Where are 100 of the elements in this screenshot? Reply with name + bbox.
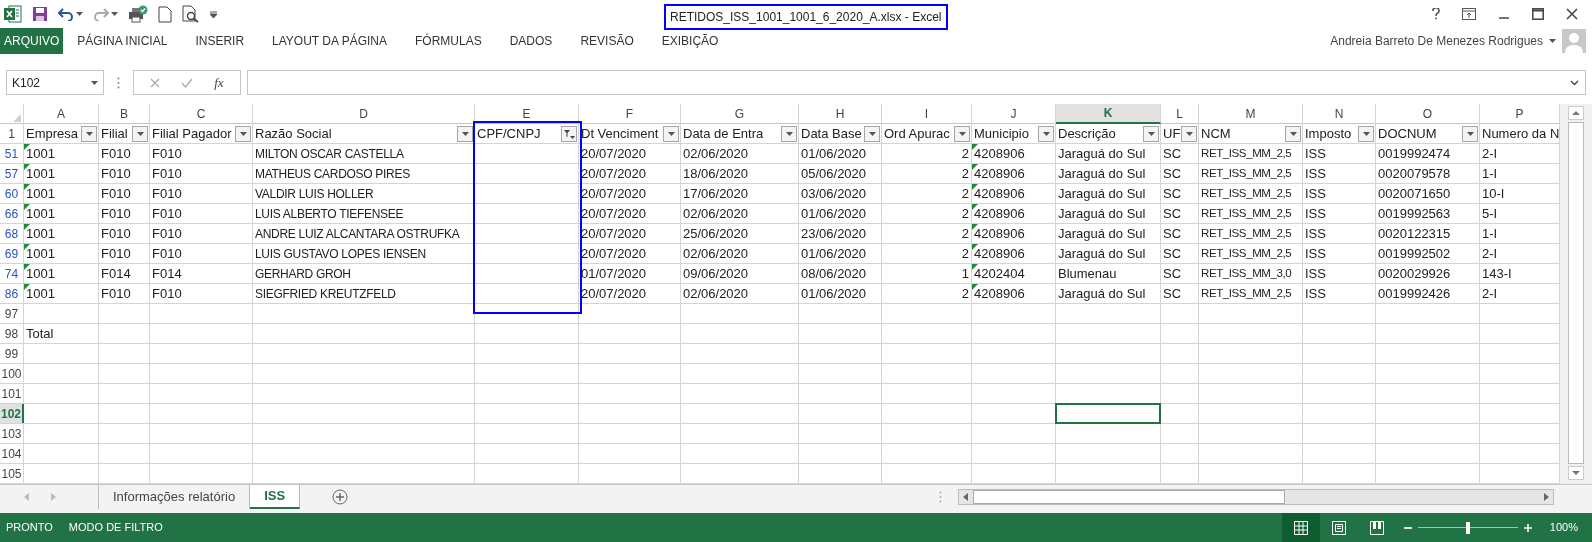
filter-button[interactable]: [1143, 125, 1159, 142]
row-number[interactable]: 1: [8, 124, 15, 143]
help-icon[interactable]: [1432, 8, 1440, 20]
printer-check-icon[interactable]: [128, 5, 148, 23]
scroll-down-icon[interactable]: [1568, 466, 1584, 480]
ribbon-tab[interactable]: REVISÃO: [566, 28, 648, 54]
ribbon-tab[interactable]: EXIBIÇÃO: [647, 28, 733, 54]
column-header[interactable]: L: [1161, 104, 1199, 124]
row-number[interactable]: 100: [1, 364, 22, 383]
column-header[interactable]: A: [24, 104, 99, 124]
filter-button[interactable]: [561, 125, 577, 142]
scroll-up-icon[interactable]: [1568, 106, 1584, 120]
column-header[interactable]: G: [681, 104, 799, 124]
filter-button[interactable]: [1181, 125, 1197, 142]
column-header[interactable]: D: [253, 104, 475, 124]
column-header[interactable]: H: [799, 104, 882, 124]
filter-button[interactable]: [1285, 125, 1301, 142]
zoom-in-icon[interactable]: [1523, 523, 1532, 532]
sheet-tab[interactable]: ISS: [250, 485, 301, 509]
column-header[interactable]: I: [882, 104, 972, 124]
column-header[interactable]: O: [1376, 104, 1480, 124]
column-header[interactable]: N: [1303, 104, 1376, 124]
column-header[interactable]: C: [150, 104, 253, 124]
table-cell-text: 01/06/2020: [801, 244, 867, 263]
filter-button[interactable]: [132, 125, 148, 142]
caret-icon: [1042, 131, 1050, 136]
filter-button[interactable]: [864, 125, 880, 142]
header-text: Empresa: [26, 124, 79, 143]
header-text: Dt Venciment: [581, 124, 659, 143]
funnel-icon: [563, 128, 575, 139]
maximize-icon[interactable]: [1532, 8, 1544, 20]
expand-icon[interactable]: [1570, 79, 1579, 86]
row-number[interactable]: 69: [4, 244, 19, 263]
row-number[interactable]: 66: [4, 204, 19, 223]
column-header[interactable]: B: [99, 104, 150, 124]
row-number[interactable]: 51: [4, 144, 19, 163]
add-sheet-icon[interactable]: [332, 489, 349, 505]
ribbon-tab[interactable]: INSERIR: [181, 28, 259, 54]
user-name[interactable]: Andreia Barreto De Menezes Rodrigues: [1330, 32, 1543, 50]
normal-view-button[interactable]: [1281, 513, 1320, 542]
scrollbar-thumb[interactable]: [973, 490, 1285, 504]
row-number[interactable]: 99: [4, 344, 19, 363]
header-text: Data Base: [801, 124, 862, 143]
new-document-icon[interactable]: [158, 5, 172, 23]
more-options-icon[interactable]: [117, 76, 120, 89]
table-cell-text: 0020122315: [1378, 224, 1451, 243]
row-number[interactable]: 104: [1, 444, 22, 463]
scrollbar-thumb[interactable]: [1568, 122, 1584, 464]
filter-button[interactable]: [781, 125, 797, 142]
insert-function-button[interactable]: fx: [214, 72, 224, 93]
undo-icon[interactable]: [58, 7, 74, 21]
filter-button[interactable]: [81, 125, 97, 142]
filter-button[interactable]: [1038, 125, 1054, 142]
table-cell-text: 1-I: [1482, 224, 1498, 243]
zoom-slider[interactable]: [1417, 521, 1518, 534]
filter-button[interactable]: [1358, 125, 1374, 142]
ribbon-tab[interactable]: DADOS: [495, 28, 567, 54]
filter-button[interactable]: [663, 125, 679, 142]
table-cell-text: 5-I: [1482, 204, 1498, 223]
filter-button[interactable]: [954, 125, 970, 142]
close-icon[interactable]: [1566, 8, 1578, 20]
row-number[interactable]: 74: [4, 264, 19, 283]
filter-button[interactable]: [1462, 125, 1478, 142]
file-tab[interactable]: ARQUIVO: [0, 28, 64, 54]
ribbon-tab[interactable]: FÓRMULAS: [401, 28, 496, 54]
row-number[interactable]: 103: [1, 424, 22, 443]
customize-toolbar-icon[interactable]: [210, 10, 217, 18]
filter-button[interactable]: [235, 125, 251, 142]
table-cell-text: 02/06/2020: [683, 284, 749, 303]
check-icon[interactable]: [181, 77, 194, 88]
ribbon-tab[interactable]: PÁGINA INICIAL: [63, 28, 182, 54]
table-cell-text: Jaraguá do Sul: [1058, 184, 1146, 203]
save-icon[interactable]: [32, 6, 48, 22]
caret-icon: [111, 12, 118, 16]
table-cell-text: 18/06/2020: [683, 164, 749, 183]
row-number[interactable]: 101: [1, 384, 22, 403]
row-number[interactable]: 98: [4, 324, 19, 343]
row-number[interactable]: 68: [4, 224, 19, 243]
row-number[interactable]: 57: [4, 164, 19, 183]
zoom-slider-thumb[interactable]: [1465, 521, 1470, 534]
horizontal-scrollbar[interactable]: [958, 489, 1554, 505]
column-header[interactable]: K: [1056, 104, 1161, 124]
table-cell-text: 02/06/2020: [683, 204, 749, 223]
zoom-level[interactable]: 100%: [1549, 519, 1578, 536]
column-header[interactable]: F: [579, 104, 681, 124]
column-header[interactable]: E: [475, 104, 579, 124]
formula-input[interactable]: [247, 70, 1586, 95]
name-box[interactable]: K102: [6, 70, 104, 95]
filter-button[interactable]: [457, 125, 473, 142]
column-header[interactable]: M: [1199, 104, 1303, 124]
table-cell-text: 4202404: [974, 264, 1025, 283]
row-number[interactable]: 97: [4, 304, 19, 323]
ribbon-display-icon[interactable]: [1462, 8, 1476, 20]
ribbon-tab[interactable]: LAYOUT DA PÁGINA: [258, 28, 401, 54]
vertical-scrollbar[interactable]: [1560, 104, 1592, 484]
row-number[interactable]: 60: [4, 184, 19, 203]
print-preview-icon[interactable]: [182, 5, 200, 23]
row-number[interactable]: 105: [1, 464, 22, 483]
row-number[interactable]: 86: [4, 284, 19, 303]
active-cell-border[interactable]: [1055, 403, 1161, 424]
